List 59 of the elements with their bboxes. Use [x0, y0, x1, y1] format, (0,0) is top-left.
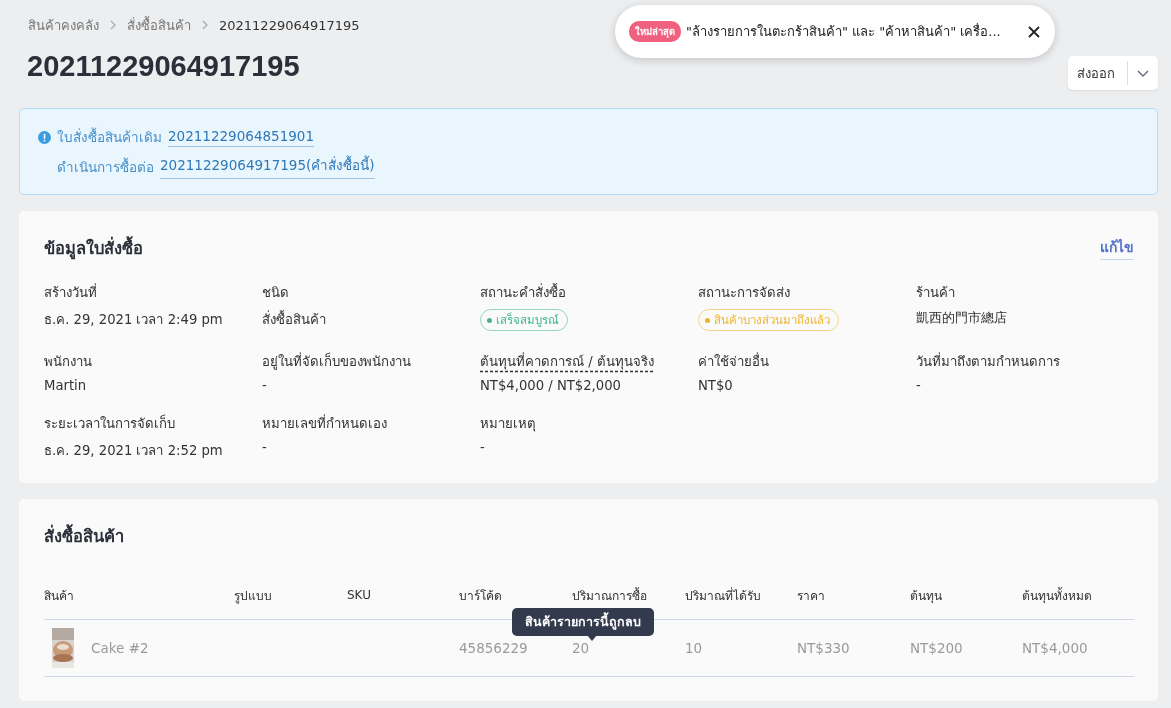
- close-icon: [1027, 24, 1041, 39]
- table-cell-text: NT$4,000: [1022, 640, 1089, 656]
- notification-text: "ล้างรายการในตะกร้าสินค้า" และ "ค้าหาสินค้า" เครื่อ...: [686, 22, 1002, 41]
- edit-link[interactable]: แก้ไข: [1100, 236, 1134, 260]
- order-link[interactable]: 20211229064851901: [168, 127, 314, 147]
- section-title: สั่งซื้อสินค้า: [44, 523, 1133, 549]
- table-cell-text: 10: [685, 640, 704, 656]
- export-button[interactable]: ส่งออก: [1068, 56, 1127, 90]
- field-label: ต้นทุนที่คาดการณ์ / ต้นทุนจริง: [480, 351, 654, 372]
- column-header: ปริมาณการซื้อ: [572, 586, 648, 605]
- section-title: ข้อมูลใบสั่งซื้อ: [44, 235, 143, 261]
- field-label: อยู่ในที่จัดเก็บของพนักงาน: [262, 351, 411, 372]
- field-label: ร้านค้า: [916, 284, 955, 302]
- field-label: หมายเลขที่กำหนดเอง: [262, 413, 387, 433]
- column-header: ต้นทุนทั้งหมด: [1022, 586, 1093, 605]
- table-cell-text: 45856229: [459, 640, 529, 656]
- field-label: สถานะคำสั่งซื้อ: [480, 282, 566, 302]
- breadcrumb-link[interactable]: สั่งซื้อสินค้า: [127, 14, 191, 36]
- product-name: Cake #2: [91, 640, 149, 656]
- column-header: รูปแบบ: [234, 587, 273, 605]
- page-title: 20211229064917195: [27, 50, 300, 83]
- notice-label: ใบสั่งซื้อสินค้าเดิม: [57, 126, 162, 147]
- column-header: บาร์โค้ด: [459, 587, 503, 605]
- field-label: สร้างวันที่: [44, 282, 97, 302]
- field-value: สั่งซื้อสินค้า: [262, 309, 326, 329]
- field-value: -: [262, 378, 267, 393]
- breadcrumb-link[interactable]: สินค้าคงคลัง: [28, 14, 99, 36]
- field-value: NT$0: [698, 378, 733, 393]
- field-label: หมายเหตุ: [480, 415, 536, 434]
- close-button[interactable]: [1027, 24, 1041, 39]
- info-icon: [38, 130, 51, 144]
- field-value: Martin: [44, 378, 87, 393]
- column-header: ราคา: [797, 587, 826, 605]
- column-header: สินค้า: [44, 587, 75, 605]
- field-label: ค่าใช้จ่ายอื่น: [698, 351, 769, 371]
- chevron-icon: [201, 20, 209, 30]
- column-header: ต้นทุน: [910, 587, 943, 605]
- field-value: -: [480, 440, 485, 455]
- table-cell-text: NT$200: [910, 640, 964, 656]
- field-value: 凱西的門市總店: [916, 309, 1007, 327]
- field-value: ธ.ค. 29, 2021 เวลา 2:52 pm: [44, 442, 223, 460]
- field-label: พนักงาน: [44, 353, 92, 371]
- column-header: ปริมาณที่ได้รับ: [685, 586, 762, 605]
- field-label: ระยะเวลาในการจัดเก็บ: [44, 413, 175, 433]
- tooltip-arrow-icon: [587, 635, 597, 641]
- field-value: -: [262, 440, 267, 455]
- new-badge: ใหม่ล่าสุด: [629, 21, 681, 42]
- table-cell-text: 20: [572, 640, 591, 656]
- field-label: สถานะการจัดส่ง: [698, 284, 790, 302]
- chevron-icon: [109, 20, 117, 30]
- table-cell-text: NT$330: [797, 640, 851, 656]
- field-value: -: [916, 378, 921, 393]
- column-header: SKU: [347, 588, 372, 602]
- notice-label: ดำเนินการซื้อต่อ: [57, 156, 154, 177]
- field-value: NT$4,000 / NT$2,000: [480, 378, 621, 393]
- field-value: ธ.ค. 29, 2021 เวลา 2:49 pm: [44, 311, 223, 329]
- field-label: วันที่มาถึงตามกำหนดการ: [916, 351, 1060, 371]
- order-link[interactable]: 20211229064917195(คำสั่งซื้อนี้): [160, 154, 375, 179]
- field-label: ชนิด: [262, 284, 289, 302]
